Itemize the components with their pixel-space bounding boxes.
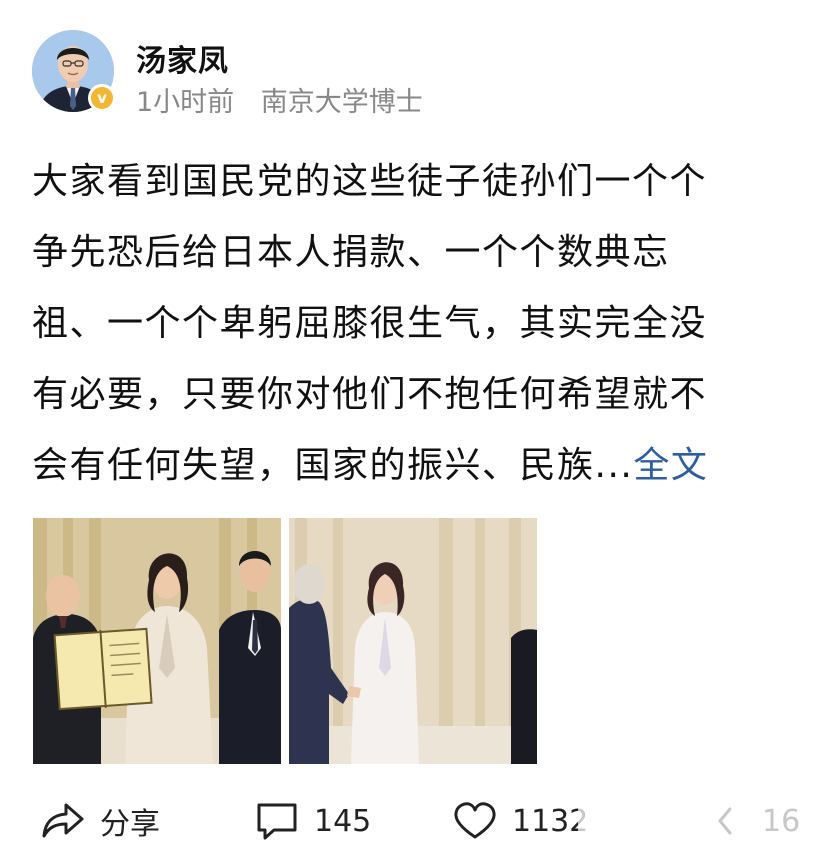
comment-icon [257,803,297,840]
post-line: 争先恐后给日本人捐款、一个个数典忘 [32,232,670,273]
post-body[interactable]: 大家看到国民党的这些徒子徒孙们一个个 争先恐后给日本人捐款、一个个数典忘 祖、一… [32,146,802,501]
post-line: 有必要，只要你对他们不抱任何希望就不 [32,374,708,415]
share-icon [42,803,84,838]
post-meta: 1小时前 南京大学博士 [136,80,423,119]
comment-count: 145 [314,803,372,839]
post-image-2[interactable] [289,518,537,764]
comment-button[interactable]: 145 [254,796,371,846]
author-name[interactable]: 汤家凤 [136,36,229,80]
heart-icon [454,802,496,839]
share-label: 分享 [100,807,160,842]
verified-badge-icon: v [88,84,116,112]
watermark-overlay [578,800,818,836]
post-line: 祖、一个个卑躬屈膝很生气，其实完全没 [32,303,708,344]
share-button[interactable]: 分享 [40,796,160,846]
like-count: 1132 [512,803,589,839]
author-title: 南京大学博士 [260,87,423,118]
read-more-link[interactable]: 全文 [633,445,708,486]
post-line: 大家看到国民党的这些徒子徒孙们一个个 [32,161,708,202]
post-time: 1小时前 [136,87,235,118]
post-line: 会有任何失望，国家的振兴、民族... [32,445,634,486]
like-button[interactable]: 1132 [452,796,588,846]
post-header: v 汤家凤 1小时前 南京大学博士 [32,30,792,120]
post-image-1[interactable] [33,518,281,764]
post-line-last: 会有任何失望，国家的振兴、民族...全文 [32,430,802,501]
